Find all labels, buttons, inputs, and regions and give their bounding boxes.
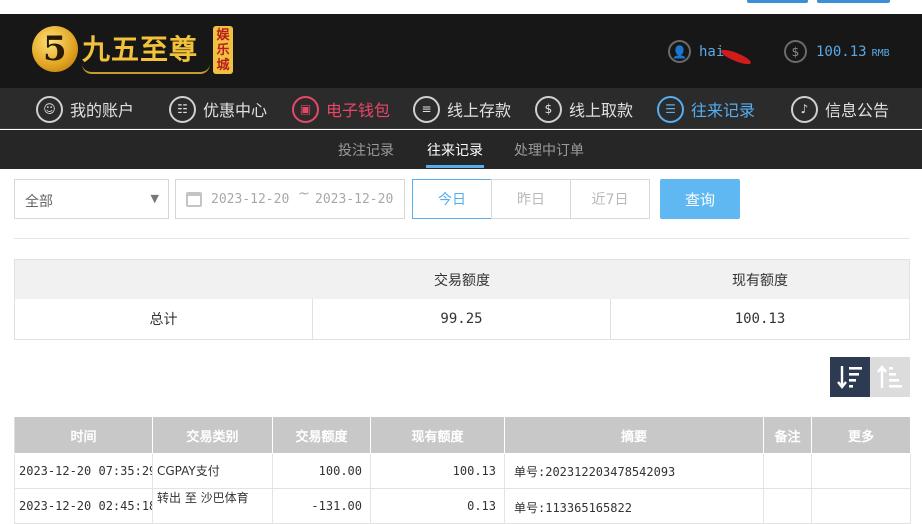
wallet-icon: ▣	[292, 95, 319, 123]
nav-label: 我的账户	[70, 101, 135, 120]
query-button[interactable]: 查询	[660, 179, 740, 219]
table-row[interactable]: 2023-12-20 02:45:18 转出 至 沙巴体育 -131.00 0.…	[14, 488, 911, 524]
logo-emblem: 5	[32, 26, 78, 72]
sort-desc-icon	[837, 366, 862, 389]
nav-label: 信息公告	[825, 101, 890, 120]
sort-toggle	[830, 357, 910, 397]
nav-item-records[interactable]: ☰ 往来记录	[657, 94, 755, 124]
nav-item-wallet[interactable]: ▣ 电子钱包	[292, 94, 390, 124]
date-from: 2023-12-20	[211, 192, 290, 207]
nav-label: 电子钱包	[326, 101, 391, 120]
cell-time: 2023-12-20 02:45:18	[14, 488, 153, 524]
nav-item-promotions[interactable]: ☷ 优惠中心	[169, 94, 267, 124]
balance-unit: RMB	[871, 47, 890, 59]
filter-bar: 全部 ▼ 2023-12-20 ~ 2023-12-20 今日 昨日 近7日 查…	[0, 178, 922, 220]
cell-type: CGPAY支付	[152, 453, 273, 489]
nav-item-announcements[interactable]: ♪ 信息公告	[791, 94, 889, 124]
withdraw-icon: $	[535, 95, 562, 123]
date-range-input[interactable]: 2023-12-20 ~ 2023-12-20	[175, 179, 405, 219]
tab-transaction-records[interactable]: 往来记录	[427, 140, 483, 160]
balance-amount: 100.13	[816, 43, 867, 60]
user-icon: ☺	[36, 95, 63, 123]
col-header-type[interactable]: 交易类别	[152, 416, 273, 454]
gift-icon: ☷	[169, 95, 196, 123]
summary-total-row: 总计 99.25 100.13	[15, 299, 909, 339]
cell-type: 转出 至 沙巴体育	[152, 488, 273, 524]
cell-summary: 单号:113365165822	[504, 488, 764, 524]
col-header-amount[interactable]: 交易额度	[272, 416, 371, 454]
table-row[interactable]: 2023-12-20 07:35:29 CGPAY支付 100.00 100.1…	[14, 453, 911, 489]
col-header-balance[interactable]: 现有额度	[370, 416, 505, 454]
summary-trade-amount: 99.25	[313, 299, 611, 339]
col-header-summary[interactable]: 摘要	[504, 416, 764, 454]
sort-desc-button[interactable]	[830, 357, 870, 397]
top-link-left[interactable]	[747, 0, 808, 3]
cell-summary: 单号:202312203478542093	[504, 453, 764, 489]
calendar-icon	[186, 192, 202, 207]
nav-item-deposit[interactable]: ≡ 线上存款	[413, 94, 511, 124]
date-to: 2023-12-20	[315, 192, 394, 207]
tab-pending-orders[interactable]: 处理中订单	[514, 140, 584, 160]
dollar-icon: $	[784, 40, 807, 63]
sub-nav: 投注记录 往来记录 处理中订单	[0, 130, 922, 169]
user-info[interactable]: 👤 hai	[668, 40, 724, 63]
nav-label: 线上存款	[447, 101, 512, 120]
cell-time: 2023-12-20 07:35:29	[14, 453, 153, 489]
site-logo[interactable]: 5 九五至尊 娱乐城	[32, 24, 242, 80]
cell-more[interactable]	[811, 453, 911, 489]
nav-label: 往来记录	[691, 101, 756, 120]
bell-icon: ♪	[791, 95, 818, 123]
summary-current-amount: 100.13	[734, 311, 786, 327]
summary-header-row: 交易额度 现有额度	[15, 260, 909, 299]
top-link-right[interactable]	[817, 0, 890, 3]
summary-header-trade: 交易额度	[434, 272, 490, 289]
summary-header-blank	[15, 260, 313, 299]
type-select[interactable]: 全部 ▼	[14, 179, 169, 219]
logo-flourish	[82, 64, 210, 74]
sort-asc-icon	[877, 365, 902, 388]
date-separator: ~	[298, 186, 310, 202]
top-strip	[0, 0, 922, 14]
nav-label: 线上取款	[569, 101, 634, 120]
summary-table: 交易额度 现有额度 总计 99.25 100.13	[14, 259, 910, 340]
table-header-row: 时间 交易类别 交易额度 现有额度 摘要 备注 更多	[14, 416, 911, 454]
redaction-mark	[719, 47, 753, 67]
brand-tag: 娱乐城	[213, 26, 233, 74]
user-icon: 👤	[668, 40, 691, 63]
main-nav: ☺ 我的账户 ☷ 优惠中心 ▣ 电子钱包 ≡ 线上存款 $ 线上取款 ☰ 往来记…	[0, 88, 922, 129]
cell-remark	[763, 488, 812, 524]
cell-balance: 0.13	[370, 488, 505, 524]
yesterday-button[interactable]: 昨日	[491, 179, 571, 219]
deposit-icon: ≡	[413, 95, 440, 123]
records-icon: ☰	[657, 95, 684, 123]
tab-bet-records[interactable]: 投注记录	[338, 140, 394, 160]
nav-item-withdraw[interactable]: $ 线上取款	[535, 94, 633, 124]
col-header-time[interactable]: 时间	[14, 416, 153, 454]
cell-more[interactable]	[811, 488, 911, 524]
divider	[14, 238, 910, 239]
nav-item-account[interactable]: ☺ 我的账户	[36, 94, 134, 124]
nav-label: 优惠中心	[203, 101, 268, 120]
transactions-table: 时间 交易类别 交易额度 现有额度 摘要 备注 更多 2023-12-20 07…	[14, 416, 911, 524]
col-header-more[interactable]: 更多	[811, 416, 911, 454]
last-7-days-button[interactable]: 近7日	[570, 179, 650, 219]
today-button[interactable]: 今日	[412, 179, 492, 219]
site-header: 5 九五至尊 娱乐城 👤 hai $ 100.13 RMB	[0, 14, 922, 88]
balance-display[interactable]: $ 100.13 RMB	[784, 40, 890, 63]
sort-asc-button[interactable]	[870, 357, 910, 397]
summary-total-label: 总计	[15, 299, 313, 339]
cell-amount: -131.00	[272, 488, 371, 524]
brand-name: 九五至尊	[82, 33, 199, 66]
cell-balance: 100.13	[370, 453, 505, 489]
type-select-value: 全部	[25, 194, 53, 210]
summary-header-current: 现有额度	[732, 272, 788, 289]
active-tab-indicator	[426, 165, 484, 168]
cell-remark	[763, 453, 812, 489]
chevron-down-icon: ▼	[150, 192, 159, 205]
cell-amount: 100.00	[272, 453, 371, 489]
col-header-remark[interactable]: 备注	[763, 416, 812, 454]
